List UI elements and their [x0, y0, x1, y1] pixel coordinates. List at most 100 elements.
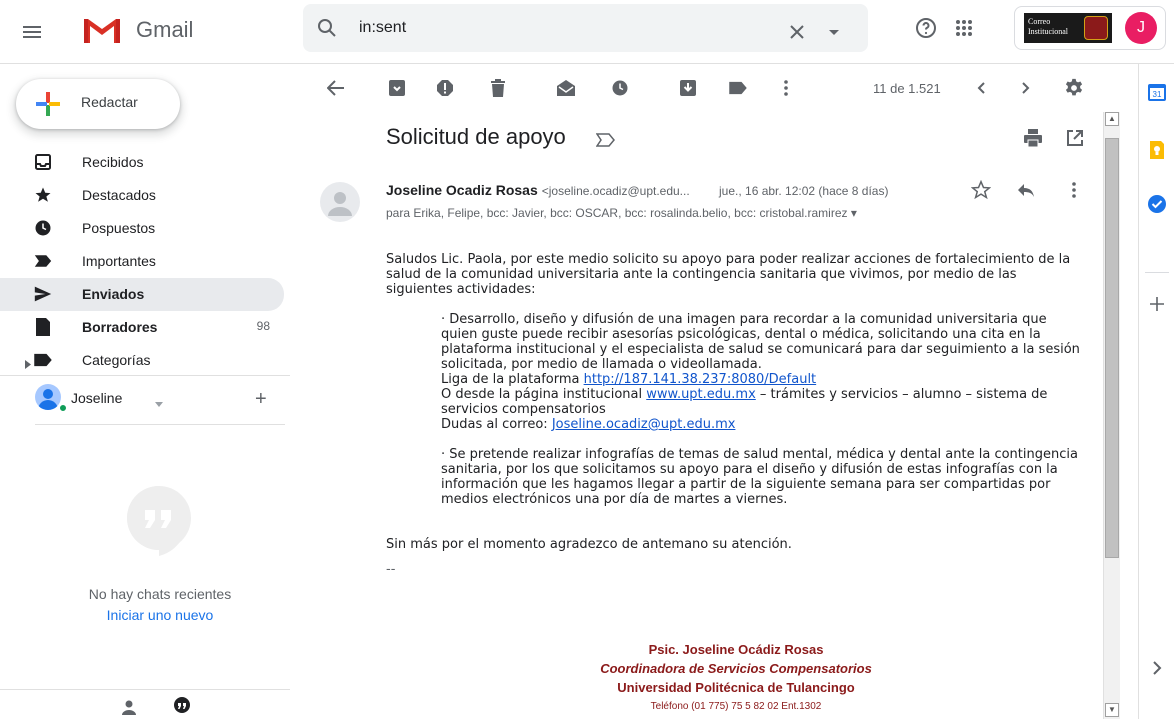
sidebar-item-label: Pospuestos [82, 220, 156, 236]
importance-marker-icon[interactable] [596, 132, 616, 148]
sender-name[interactable]: Joseline Ocadiz Rosas [386, 182, 538, 198]
star-outline-icon[interactable] [971, 180, 991, 200]
hangouts-icon[interactable] [172, 696, 192, 716]
side-panel-divider [1145, 272, 1169, 273]
clear-search-icon[interactable] [785, 20, 809, 44]
settings-gear-icon[interactable] [1062, 76, 1086, 100]
org-logo-text: Correo Institucional [1028, 17, 1068, 36]
liga-label: Liga de la plataforma [441, 372, 584, 387]
expand-caret-icon[interactable] [25, 356, 31, 372]
snooze-icon[interactable] [608, 76, 632, 100]
new-chat-plus-icon[interactable]: + [255, 388, 267, 411]
bullet-block-1: · Desarrollo, diseño y difusión de una i… [441, 312, 1086, 507]
tasks-icon[interactable] [1147, 194, 1167, 214]
person-icon[interactable] [120, 698, 138, 716]
sidebar-item-label: Recibidos [82, 154, 144, 170]
scroll-up-arrow-icon[interactable]: ▲ [1105, 112, 1119, 126]
message-body: Saludos Lic. Paola, por este medio solic… [386, 252, 1086, 577]
search-options-icon[interactable] [822, 20, 846, 44]
archive-icon[interactable] [385, 76, 409, 100]
report-spam-icon[interactable] [433, 76, 457, 100]
recipients-line[interactable]: para Erika, Felipe, bcc: Javier, bcc: OS… [386, 206, 857, 220]
add-addon-plus-icon[interactable] [1147, 294, 1167, 314]
body-bullet-2: · Se pretende realizar infografías de te… [441, 447, 1078, 507]
search-icon[interactable] [315, 16, 339, 40]
more-vert-icon[interactable] [1064, 180, 1084, 200]
message-toolbar: 11 de 1.521 [320, 64, 1100, 112]
label-icon [33, 350, 53, 370]
pagina-line: O desde la página institucional www.upt.… [441, 387, 1086, 417]
sidebar-item-snoozed[interactable]: Pospuestos [0, 212, 284, 245]
sender-email: <joseline.ocadiz@upt.edu... [541, 184, 690, 198]
newer-chevron-icon[interactable] [969, 76, 993, 100]
compose-label: Redactar [81, 94, 138, 110]
message-scrollbar[interactable]: ▲ ▼ [1103, 112, 1120, 719]
email-link[interactable]: Joseline.ocadiz@upt.edu.mx [552, 417, 736, 432]
compose-button[interactable]: Redactar [16, 79, 180, 129]
account-avatar[interactable]: J [1125, 12, 1157, 44]
print-icon[interactable] [1023, 128, 1043, 148]
move-to-icon[interactable] [676, 76, 700, 100]
apps-grid-icon[interactable] [952, 16, 976, 40]
main-menu-button[interactable] [8, 8, 56, 56]
inbox-icon [33, 152, 53, 172]
search-input[interactable] [359, 16, 759, 40]
scroll-down-arrow-icon[interactable]: ▼ [1105, 703, 1119, 717]
scroll-thumb[interactable] [1105, 138, 1119, 558]
org-logo: Correo Institucional [1024, 13, 1112, 43]
open-new-window-icon[interactable] [1065, 128, 1085, 148]
signature-phone: Teléfono (01 775) 75 5 82 02 Ent.1302 [650, 701, 822, 712]
compose-plus-icon [36, 92, 60, 116]
expand-panel-chevron-icon[interactable] [1147, 658, 1167, 678]
body-intro: Saludos Lic. Paola, por este medio solic… [386, 252, 1071, 297]
help-icon[interactable] [914, 16, 938, 40]
sidebar-item-inbox[interactable]: Recibidos [0, 146, 284, 179]
hangouts-divider [35, 424, 285, 425]
calendar-day: 31 [1153, 90, 1162, 99]
signature-name: Psic. Joseline Ocádiz Rosas [648, 642, 824, 657]
sidebar-item-categories[interactable]: Categorías [0, 344, 284, 377]
reply-icon[interactable] [1016, 180, 1036, 200]
signature-dashes: -- [386, 562, 396, 577]
sidebar-item-important[interactable]: Importantes [0, 245, 284, 278]
app-name: Gmail [136, 17, 194, 42]
clock-icon [33, 218, 53, 238]
sender-avatar-icon[interactable] [320, 182, 360, 222]
signature-org: Universidad Politécnica de Tulancingo [617, 680, 855, 695]
gmail-logo[interactable]: Gmail [82, 15, 193, 45]
sidebar-divider [0, 375, 290, 376]
signature-block: Psic. Joseline Ocádiz Rosas Coordinadora… [386, 640, 1086, 716]
drafts-count: 98 [256, 319, 270, 333]
pagina-label: O desde la página institucional [441, 387, 647, 402]
status-dropdown-icon[interactable] [155, 394, 163, 412]
labels-icon[interactable] [726, 76, 750, 100]
chat-bubble-icon [127, 486, 191, 556]
more-vert-icon[interactable] [774, 76, 798, 100]
search-bar[interactable] [303, 4, 868, 52]
mark-unread-icon[interactable] [554, 76, 578, 100]
calendar-icon[interactable]: 31 [1147, 82, 1167, 102]
keep-icon[interactable] [1147, 140, 1167, 160]
org-seal-icon [1084, 16, 1108, 40]
sidebar-item-drafts[interactable]: Borradores 98 [0, 311, 284, 344]
message-counter: 11 de 1.521 [873, 81, 941, 96]
dudas-label: Dudas al correo: [441, 417, 552, 432]
hangouts-user[interactable]: Joseline + [35, 384, 285, 414]
sidebar-item-sent[interactable]: Enviados [0, 278, 284, 311]
sidebar-item-starred[interactable]: Destacados [0, 179, 284, 212]
website-link[interactable]: www.upt.edu.mx [646, 387, 756, 402]
draft-icon [33, 317, 53, 337]
platform-link[interactable]: http://187.141.38.237:8080/Default [584, 372, 817, 387]
delete-icon[interactable] [486, 76, 510, 100]
back-arrow-icon[interactable] [324, 76, 348, 100]
no-chats-text: No hay chats recientes [88, 586, 232, 602]
sidebar-item-label: Destacados [82, 187, 156, 203]
hangouts-user-name: Joseline [71, 390, 123, 406]
signature-title: Coordinadora de Servicios Compensatorios [600, 661, 872, 676]
online-status-icon [58, 403, 68, 413]
start-new-chat-link[interactable]: Iniciar uno nuevo [0, 607, 320, 623]
message-date: jue., 16 abr. 12:02 (hace 8 días) [719, 184, 889, 198]
older-chevron-icon[interactable] [1014, 76, 1038, 100]
account-switcher[interactable]: Correo Institucional J [1014, 6, 1166, 50]
liga-line: Liga de la plataforma http://187.141.38.… [441, 372, 1086, 387]
